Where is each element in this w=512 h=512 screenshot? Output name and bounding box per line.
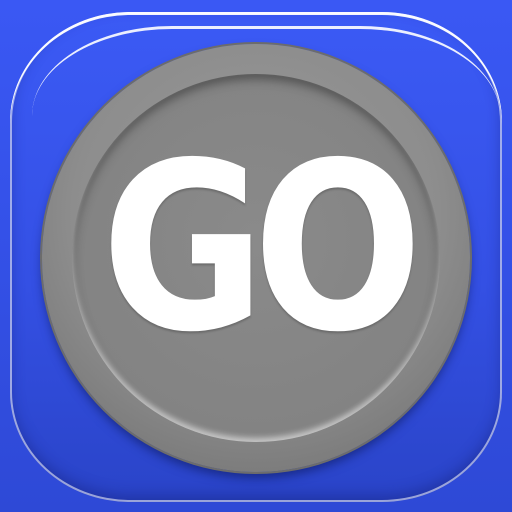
app-icon: GO — [0, 0, 512, 512]
go-label: GO — [101, 113, 422, 383]
go-button[interactable]: GO — [42, 44, 470, 472]
